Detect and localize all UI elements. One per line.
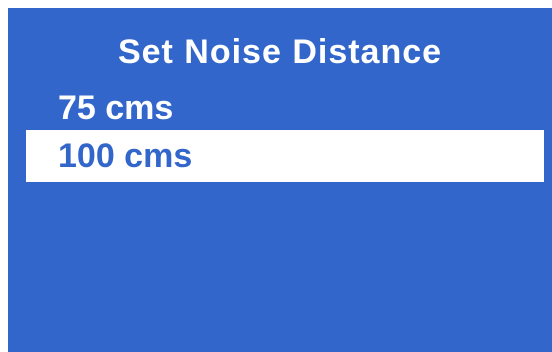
option-75-cms[interactable]: 75 cms <box>26 82 544 134</box>
option-100-cms[interactable]: 100 cms <box>26 130 544 182</box>
menu-screen: Set Noise Distance 75 cms 100 cms <box>8 8 552 352</box>
screen-title: Set Noise Distance <box>117 33 443 71</box>
